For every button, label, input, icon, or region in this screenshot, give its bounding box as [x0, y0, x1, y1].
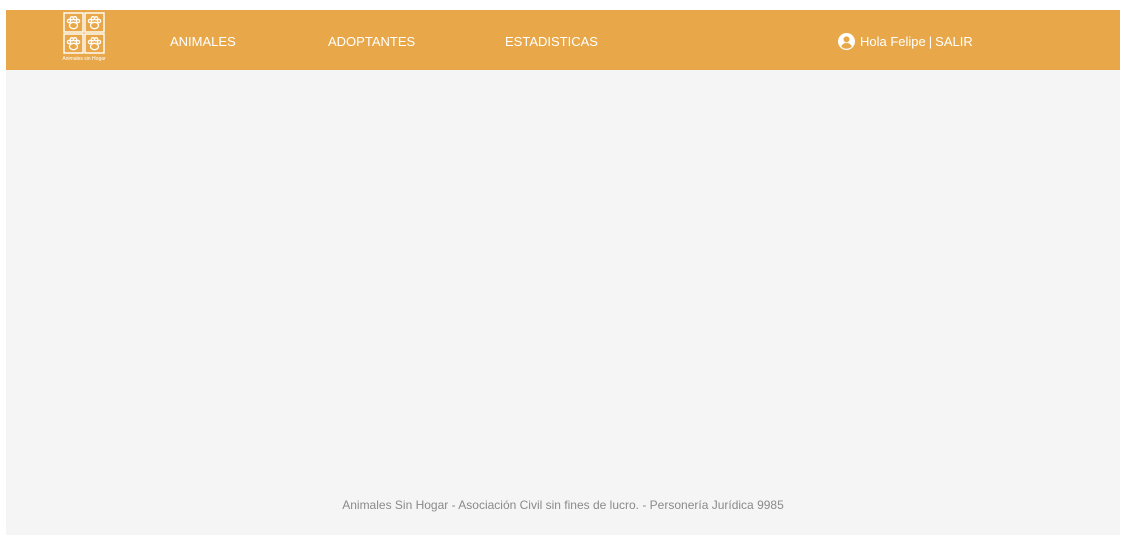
paw-print-grid-icon	[63, 12, 105, 54]
nav-link-animales[interactable]: ANIMALES	[170, 10, 236, 70]
footer-text: Animales Sin Hogar - Asociación Civil si…	[342, 498, 784, 512]
app-root: Animales sin Hogar ANIMALES ADOPTANTES E…	[6, 10, 1120, 535]
nav-link-estadisticas[interactable]: ESTADISTICAS	[505, 10, 598, 70]
user-menu: Hola Felipe | SALIR	[838, 32, 973, 50]
user-circle-icon	[838, 32, 855, 50]
nav-link-adoptantes[interactable]: ADOPTANTES	[328, 10, 415, 70]
user-separator: |	[928, 33, 933, 49]
top-navbar: Animales sin Hogar ANIMALES ADOPTANTES E…	[6, 10, 1120, 70]
logout-link[interactable]: SALIR	[935, 34, 973, 49]
brand-logo[interactable]: Animales sin Hogar	[60, 12, 108, 64]
user-greeting: Hola Felipe	[860, 33, 926, 49]
logo-caption: Animales sin Hogar	[62, 56, 106, 62]
